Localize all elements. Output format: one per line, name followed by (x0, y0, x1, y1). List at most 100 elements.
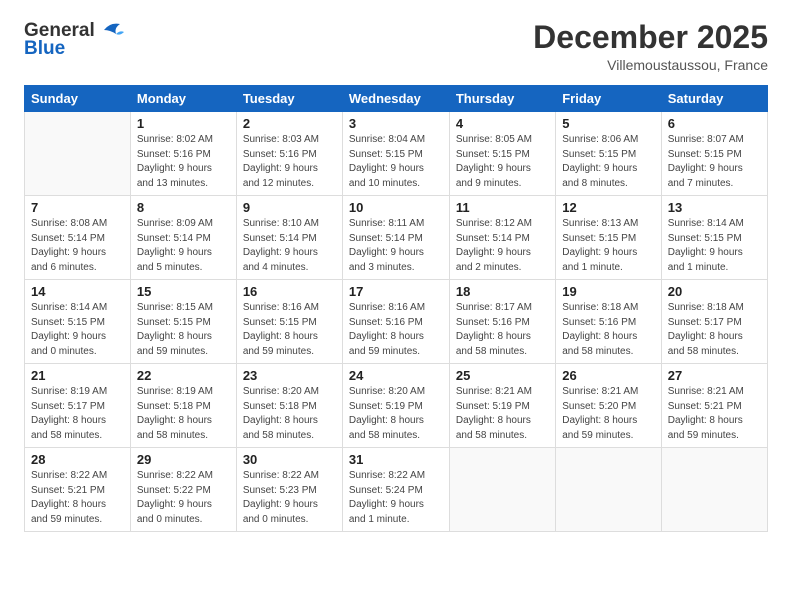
calendar-cell: 17 Sunrise: 8:16 AM Sunset: 5:16 PM Dayli… (342, 280, 449, 364)
day-info: Sunrise: 8:06 AM Sunset: 5:15 PM Dayligh… (562, 133, 655, 191)
calendar-header-row: Sunday Monday Tuesday Wednesday Thursday… (25, 86, 768, 112)
col-saturday: Saturday (661, 86, 767, 112)
day-number: 8 (137, 200, 230, 215)
day-number: 17 (349, 284, 443, 299)
calendar-cell: 29 Sunrise: 8:22 AM Sunset: 5:22 PM Dayli… (130, 448, 236, 532)
day-info: Sunrise: 8:21 AM Sunset: 5:20 PM Dayligh… (562, 385, 655, 443)
day-info: Sunrise: 8:16 AM Sunset: 5:15 PM Dayligh… (243, 301, 336, 359)
day-info: Sunrise: 8:14 AM Sunset: 5:15 PM Dayligh… (31, 301, 124, 359)
day-number: 10 (349, 200, 443, 215)
calendar-cell: 26 Sunrise: 8:21 AM Sunset: 5:20 PM Dayli… (556, 364, 662, 448)
day-number: 26 (562, 368, 655, 383)
day-number: 7 (31, 200, 124, 215)
logo-bird-icon (98, 20, 124, 40)
col-wednesday: Wednesday (342, 86, 449, 112)
day-info: Sunrise: 8:11 AM Sunset: 5:14 PM Dayligh… (349, 217, 443, 275)
day-number: 21 (31, 368, 124, 383)
day-info: Sunrise: 8:21 AM Sunset: 5:21 PM Dayligh… (668, 385, 761, 443)
day-number: 13 (668, 200, 761, 215)
calendar-cell: 9Sunrise: 8:10 AM Sunset: 5:14 PM Daylig… (236, 196, 342, 280)
calendar-cell: 11 Sunrise: 8:12 AM Sunset: 5:14 PM Dayli… (449, 196, 555, 280)
calendar-table: Sunday Monday Tuesday Wednesday Thursday… (24, 85, 768, 532)
page: General Blue December 2025 Villemoustaus… (0, 0, 792, 612)
day-number: 30 (243, 452, 336, 467)
calendar-cell (25, 112, 131, 196)
day-number: 22 (137, 368, 230, 383)
day-info: Sunrise: 8:22 AM Sunset: 5:22 PM Dayligh… (137, 469, 230, 527)
calendar-week-row: 21 Sunrise: 8:19 AM Sunset: 5:17 PM Dayli… (25, 364, 768, 448)
day-number: 11 (456, 200, 549, 215)
day-number: 1 (137, 116, 230, 131)
day-number: 3 (349, 116, 443, 131)
day-info: Sunrise: 8:22 AM Sunset: 5:24 PM Dayligh… (349, 469, 443, 527)
calendar-cell: 23Sunrise: 8:20 AM Sunset: 5:18 PM Dayli… (236, 364, 342, 448)
calendar-cell: 2 Sunrise: 8:03 AM Sunset: 5:16 PM Daylig… (236, 112, 342, 196)
day-info: Sunrise: 8:16 AM Sunset: 5:16 PM Dayligh… (349, 301, 443, 359)
calendar-cell: 6 Sunrise: 8:07 AM Sunset: 5:15 PM Daylig… (661, 112, 767, 196)
day-info: Sunrise: 8:13 AM Sunset: 5:15 PM Dayligh… (562, 217, 655, 275)
day-number: 29 (137, 452, 230, 467)
calendar-week-row: 7 Sunrise: 8:08 AM Sunset: 5:14 PM Daylig… (25, 196, 768, 280)
col-sunday: Sunday (25, 86, 131, 112)
calendar-cell: 28 Sunrise: 8:22 AM Sunset: 5:21 PM Dayli… (25, 448, 131, 532)
day-number: 14 (31, 284, 124, 299)
calendar-cell: 14 Sunrise: 8:14 AM Sunset: 5:15 PM Dayli… (25, 280, 131, 364)
header: General Blue December 2025 Villemoustaus… (24, 20, 768, 73)
calendar-cell: 8 Sunrise: 8:09 AM Sunset: 5:14 PM Daylig… (130, 196, 236, 280)
month-title: December 2025 (533, 20, 768, 55)
day-info: Sunrise: 8:22 AM Sunset: 5:21 PM Dayligh… (31, 469, 124, 527)
day-info: Sunrise: 8:20 AM Sunset: 5:19 PM Dayligh… (349, 385, 443, 443)
day-info: Sunrise: 8:02 AM Sunset: 5:16 PM Dayligh… (137, 133, 230, 191)
day-info: Sunrise: 8:21 AM Sunset: 5:19 PM Dayligh… (456, 385, 549, 443)
day-number: 16 (243, 284, 336, 299)
calendar-cell: 31 Sunrise: 8:22 AM Sunset: 5:24 PM Dayli… (342, 448, 449, 532)
day-info: Sunrise: 8:22 AM Sunset: 5:23 PM Dayligh… (243, 469, 336, 527)
day-number: 23 (243, 368, 336, 383)
day-number: 27 (668, 368, 761, 383)
col-thursday: Thursday (449, 86, 555, 112)
title-section: December 2025 Villemoustaussou, France (533, 20, 768, 73)
day-info: Sunrise: 8:09 AM Sunset: 5:14 PM Dayligh… (137, 217, 230, 275)
day-number: 24 (349, 368, 443, 383)
location: Villemoustaussou, France (533, 57, 768, 73)
calendar-cell: 22 Sunrise: 8:19 AM Sunset: 5:18 PM Dayli… (130, 364, 236, 448)
day-info: Sunrise: 8:07 AM Sunset: 5:15 PM Dayligh… (668, 133, 761, 191)
day-info: Sunrise: 8:17 AM Sunset: 5:16 PM Dayligh… (456, 301, 549, 359)
day-number: 28 (31, 452, 124, 467)
day-info: Sunrise: 8:12 AM Sunset: 5:14 PM Dayligh… (456, 217, 549, 275)
day-info: Sunrise: 8:19 AM Sunset: 5:17 PM Dayligh… (31, 385, 124, 443)
day-info: Sunrise: 8:19 AM Sunset: 5:18 PM Dayligh… (137, 385, 230, 443)
day-number: 2 (243, 116, 336, 131)
day-info: Sunrise: 8:14 AM Sunset: 5:15 PM Dayligh… (668, 217, 761, 275)
calendar-cell: 4 Sunrise: 8:05 AM Sunset: 5:15 PM Daylig… (449, 112, 555, 196)
calendar-cell: 10 Sunrise: 8:11 AM Sunset: 5:14 PM Dayli… (342, 196, 449, 280)
day-info: Sunrise: 8:18 AM Sunset: 5:17 PM Dayligh… (668, 301, 761, 359)
col-tuesday: Tuesday (236, 86, 342, 112)
calendar-cell: 3Sunrise: 8:04 AM Sunset: 5:15 PM Daylig… (342, 112, 449, 196)
calendar-week-row: 1 Sunrise: 8:02 AM Sunset: 5:16 PM Daylig… (25, 112, 768, 196)
calendar-cell: 27 Sunrise: 8:21 AM Sunset: 5:21 PM Dayli… (661, 364, 767, 448)
day-number: 31 (349, 452, 443, 467)
calendar-cell: 18 Sunrise: 8:17 AM Sunset: 5:16 PM Dayli… (449, 280, 555, 364)
day-number: 20 (668, 284, 761, 299)
day-number: 25 (456, 368, 549, 383)
logo: General Blue (24, 20, 124, 60)
calendar-week-row: 14 Sunrise: 8:14 AM Sunset: 5:15 PM Dayli… (25, 280, 768, 364)
day-info: Sunrise: 8:08 AM Sunset: 5:14 PM Dayligh… (31, 217, 124, 275)
day-info: Sunrise: 8:05 AM Sunset: 5:15 PM Dayligh… (456, 133, 549, 191)
calendar-cell: 21 Sunrise: 8:19 AM Sunset: 5:17 PM Dayli… (25, 364, 131, 448)
calendar-cell (556, 448, 662, 532)
day-info: Sunrise: 8:15 AM Sunset: 5:15 PM Dayligh… (137, 301, 230, 359)
day-number: 9 (243, 200, 336, 215)
day-number: 4 (456, 116, 549, 131)
calendar-cell (449, 448, 555, 532)
calendar-cell: 1 Sunrise: 8:02 AM Sunset: 5:16 PM Daylig… (130, 112, 236, 196)
day-number: 18 (456, 284, 549, 299)
calendar-cell: 7 Sunrise: 8:08 AM Sunset: 5:14 PM Daylig… (25, 196, 131, 280)
logo-blue: Blue (24, 38, 65, 60)
calendar-cell: 13 Sunrise: 8:14 AM Sunset: 5:15 PM Dayli… (661, 196, 767, 280)
calendar-week-row: 28 Sunrise: 8:22 AM Sunset: 5:21 PM Dayli… (25, 448, 768, 532)
day-number: 6 (668, 116, 761, 131)
calendar-cell: 12Sunrise: 8:13 AM Sunset: 5:15 PM Dayli… (556, 196, 662, 280)
day-info: Sunrise: 8:03 AM Sunset: 5:16 PM Dayligh… (243, 133, 336, 191)
